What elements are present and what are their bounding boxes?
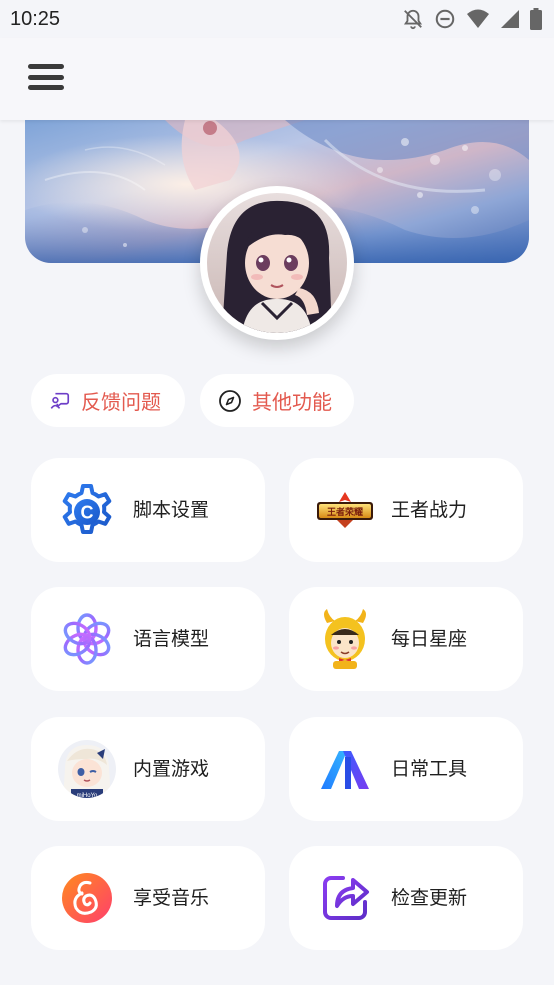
- builtin-games-label: 内置游戏: [133, 758, 210, 780]
- script-settings-label: 脚本设置: [133, 499, 210, 521]
- check-update-label: 检查更新: [391, 887, 468, 909]
- enjoy-music-card[interactable]: 享受音乐: [31, 846, 265, 950]
- daily-horoscope-label: 每日星座: [391, 628, 468, 650]
- menu-line-top: [28, 64, 64, 69]
- compass-icon: [219, 389, 241, 412]
- language-model-card[interactable]: 语言模型: [31, 587, 265, 691]
- menu-line-bottom: [28, 85, 64, 90]
- feedback-chip-label: 反馈问题: [81, 390, 161, 414]
- bell-off-icon: [403, 9, 423, 30]
- daily-horoscope-card[interactable]: 每日星座: [289, 587, 523, 691]
- script-gear-c-icon: C: [62, 484, 112, 534]
- profile-avatar-image[interactable]: [200, 186, 354, 340]
- cellular-signal-icon: [501, 10, 519, 28]
- share-update-arrow-icon: [323, 876, 369, 920]
- anime-character-game-icon: miHoYo: [58, 740, 116, 799]
- honor-of-kings-card[interactable]: 王者荣耀 王者战力: [289, 458, 523, 562]
- feedback-chat-icon: [50, 392, 70, 409]
- daily-tools-card[interactable]: 日常工具: [289, 717, 523, 821]
- check-update-card[interactable]: 检查更新: [289, 846, 523, 950]
- script-settings-card[interactable]: C 脚本设置: [31, 458, 265, 562]
- feedback-chip[interactable]: 反馈问题: [31, 374, 185, 427]
- menu-line-middle: [28, 74, 64, 80]
- svg-text:miHoYo: miHoYo: [77, 793, 98, 799]
- cartoon-bull-horoscope-icon: [324, 609, 366, 669]
- other-features-chip[interactable]: 其他功能: [200, 374, 354, 427]
- status-time: 10:25: [10, 7, 61, 30]
- openai-knot-icon: [63, 613, 111, 665]
- do-not-disturb-icon: [435, 9, 455, 29]
- wifi-icon: [467, 9, 489, 28]
- daily-tools-label: 日常工具: [391, 758, 468, 780]
- status-icons: [402, 8, 542, 30]
- honor-of-kings-label: 王者战力: [391, 499, 468, 521]
- enjoy-music-label: 享受音乐: [133, 887, 210, 909]
- svg-text:C: C: [81, 503, 94, 523]
- app-bar: [0, 38, 554, 120]
- builtin-games-card[interactable]: miHoYo 内置游戏: [31, 717, 265, 821]
- other-features-chip-label: 其他功能: [252, 390, 332, 414]
- language-model-label: 语言模型: [133, 628, 210, 650]
- netease-music-icon: [62, 873, 112, 923]
- battery-icon: [530, 8, 542, 30]
- svg-text:王者荣耀: 王者荣耀: [327, 506, 363, 518]
- gradient-a-tools-icon: [321, 751, 369, 789]
- status-bar: 10:25: [0, 0, 554, 38]
- honor-of-kings-logo-icon: 王者荣耀: [317, 492, 373, 528]
- hamburger-menu-icon[interactable]: [26, 60, 66, 94]
